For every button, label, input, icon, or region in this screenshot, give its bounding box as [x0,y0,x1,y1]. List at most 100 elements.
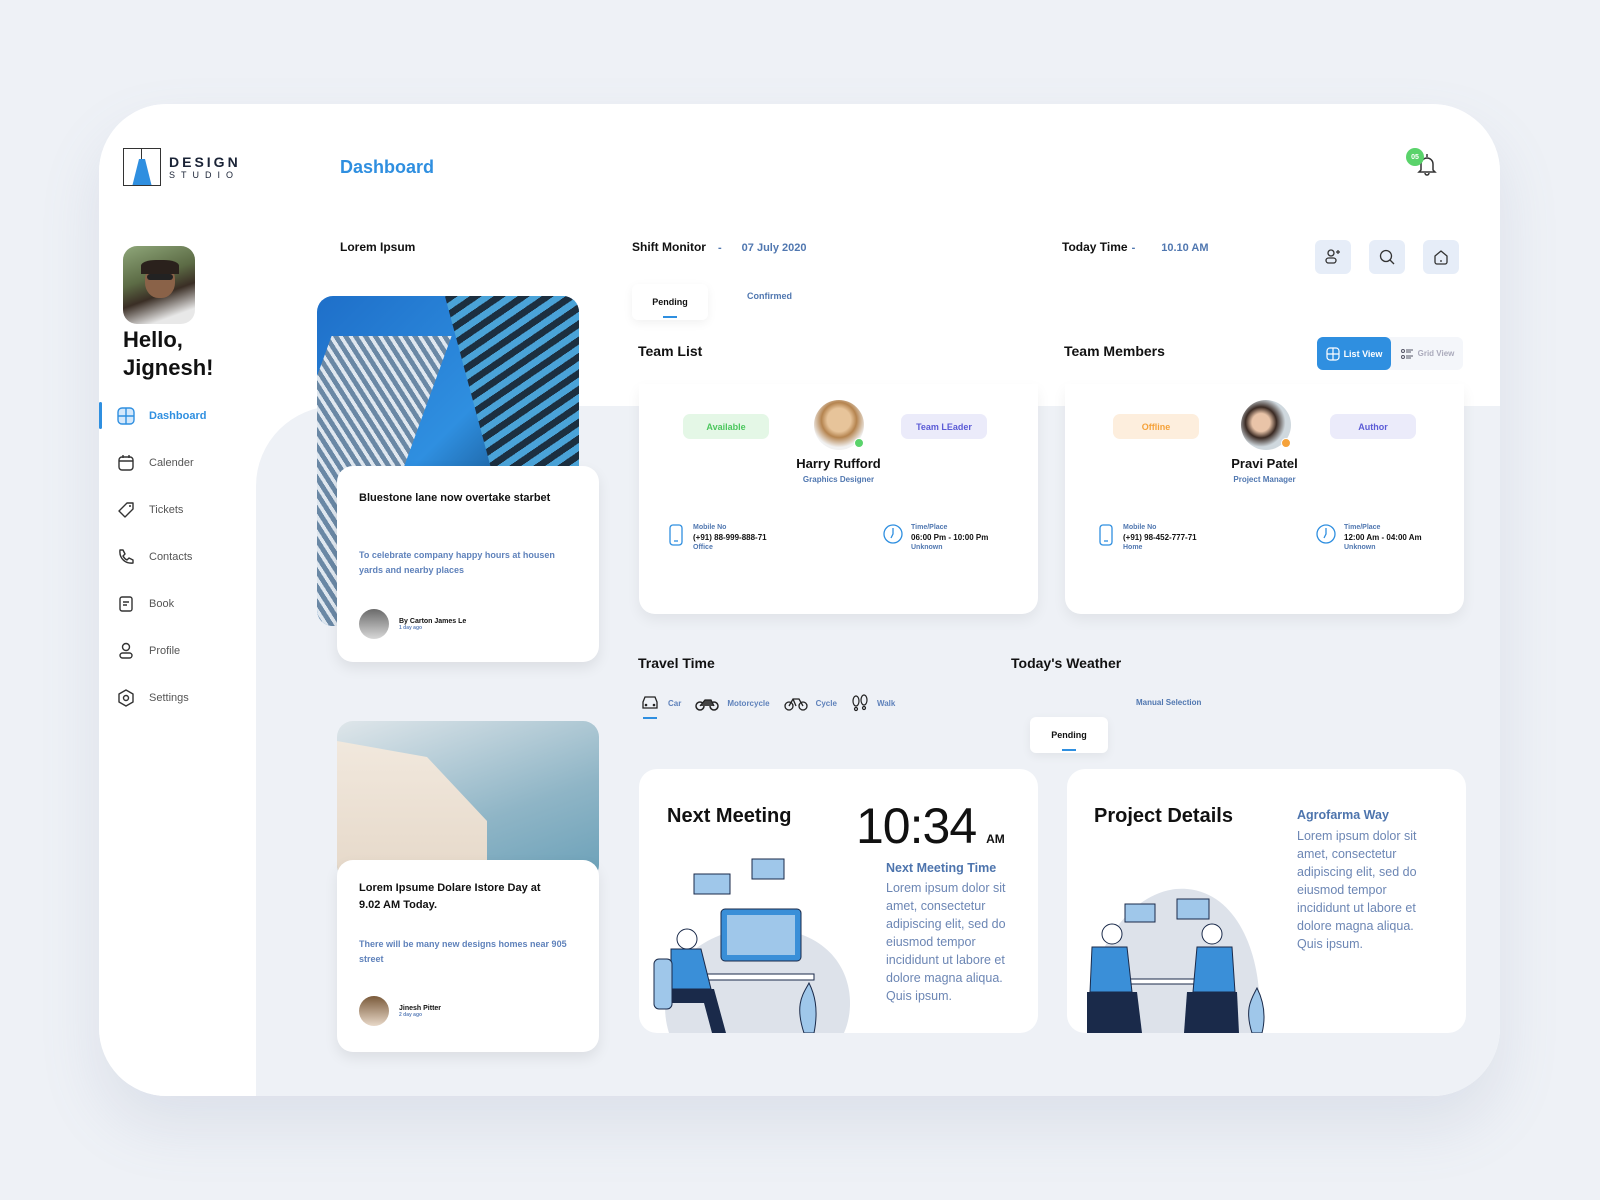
notification-button[interactable]: 05 [1406,148,1442,180]
add-user-icon [1325,249,1340,264]
time-info: Time/Place 06:00 Pm - 10:00 Pm Unknown [883,524,988,551]
time-label: Time/Place [911,524,948,531]
sidebar-nav: Dashboard Calender Tickets Contacts Book… [99,392,256,721]
sidebar-item-label: Profile [149,644,181,657]
video-meeting-illustration [653,858,851,1033]
travel-mode-car[interactable]: Car [640,695,681,719]
home-button[interactable] [1423,240,1459,274]
meeting-subtitle: Next Meeting Time [886,861,997,875]
sidebar-item-book[interactable]: Book [99,580,256,627]
author-name: By Carton James Le [399,617,467,625]
sidebar-item-dashboard[interactable]: Dashboard [99,392,256,439]
next-meeting-title: Next Meeting [667,805,792,827]
car-icon [642,696,658,709]
logo-text: DESIGN [169,154,241,170]
sidebar-item-calender[interactable]: Calender [99,439,256,486]
travel-mode-label: Motorcycle [727,698,770,708]
place-value: Unknown [911,544,943,551]
dashboard-icon [117,406,135,425]
list-view-button[interactable]: List View [1317,337,1391,370]
sidebar-item-label: Calender [149,456,194,469]
member-name: Pravi Patel [1231,456,1298,471]
weather-title: Today's Weather [1011,655,1122,671]
member-avatar[interactable] [1241,400,1291,450]
header-actions [1315,240,1459,274]
logo[interactable]: DESIGN STUDIO [123,148,241,186]
weather-tab-pending[interactable]: Pending [1030,717,1108,753]
offline-status-dot [1281,438,1291,448]
travel-mode-motorcycle[interactable]: Motorcycle [695,695,770,711]
today-time-value: 10.10 AM [1161,242,1209,254]
mobile-icon [1099,524,1113,546]
clock-icon [1316,524,1336,544]
mobile-number: (+91) 88-999-888-71 [693,533,767,542]
member-title: Project Manager [1233,475,1296,484]
search-button[interactable] [1369,240,1405,274]
travel-mode-cycle[interactable]: Cycle [783,695,837,711]
place-value: Unknown [1344,544,1376,551]
shift-monitor-label: Shift Monitor [632,240,706,254]
travel-mode-walk[interactable]: Walk [851,694,895,712]
project-details-card[interactable]: Project Details Agrofarma Way Lorem ipsu… [1067,769,1466,1033]
mobile-icon [669,524,683,546]
sidebar-item-tickets[interactable]: Tickets [99,486,256,533]
travel-mode-label: Cycle [815,698,837,708]
member-card[interactable]: Available Team LEader Harry Rufford Grap… [639,384,1038,614]
tab-confirmed[interactable]: Confirmed [747,291,792,301]
user-avatar[interactable] [123,246,195,324]
home-icon [1434,250,1448,265]
news-author: By Carton James Le 1 day ago [359,609,466,639]
add-user-button[interactable] [1315,240,1351,274]
role-badge: Team LEader [901,414,987,439]
sidebar-item-contacts[interactable]: Contacts [99,533,256,580]
logo-icon [123,148,161,186]
grid-view-button[interactable]: Grid View [1391,337,1463,370]
tag-icon [117,501,135,519]
phone-icon [117,548,135,566]
notification-badge: 05 [1406,148,1424,166]
meeting-time-value: 10:34 [856,798,977,854]
list-icon [1400,348,1413,359]
member-title: Graphics Designer [802,475,875,484]
time-value: 12:00 Am - 04:00 Am [1344,533,1422,542]
sidebar-item-label: Dashboard [149,409,207,422]
post-time: 2 day ago [399,1011,423,1018]
team-members-title: Team Members [1064,343,1165,359]
status-badge: Available [683,414,769,439]
next-meeting-card[interactable]: Next Meeting 10:34 AM Next Meeting Time … [639,769,1038,1033]
separator: - [717,242,722,254]
today-time-label: Today Time [1062,240,1128,254]
news-subtitle: To celebrate company happy hours at hous… [359,550,555,575]
tab-label: Pending [1051,730,1087,740]
online-status-dot [854,438,864,448]
tab-pending[interactable]: Pending [632,284,708,320]
clock-icon [883,524,903,544]
motorcycle-icon [695,699,720,711]
separator: - [1131,242,1136,254]
weather-tab-manual-selection[interactable]: Manual Selection [1136,698,1201,707]
time-value: 06:00 Pm - 10:00 Pm [911,533,989,542]
sidebar-item-settings[interactable]: Settings [99,674,256,721]
sidebar-item-label: Contacts [149,550,193,563]
news-card[interactable]: Lorem Ipsume Dolare Istore Day at 9.02 A… [337,860,599,1052]
meeting-ampm: AM [986,832,1005,846]
project-details-title: Project Details [1094,805,1233,827]
sidebar-item-label: Tickets [149,503,184,516]
calendar-icon [117,454,135,472]
shift-date: 07 July 2020 [741,242,807,254]
bicycle-icon [783,698,808,711]
sidebar-item-label: Book [149,597,175,610]
tab-label: Pending [652,297,688,307]
user-icon [117,642,135,660]
greeting: Hello, Jignesh! [123,326,213,382]
meeting-body: Lorem ipsum dolor sit amet, consectetur … [886,881,1006,1003]
mobile-type: Office [693,544,713,551]
sidebar-item-profile[interactable]: Profile [99,627,256,674]
news-card[interactable]: Bluestone lane now overtake starbet To c… [337,466,599,662]
member-card[interactable]: Offline Author Pravi Patel Project Manag… [1065,384,1464,614]
project-body: Lorem ipsum dolor sit amet, consectetur … [1297,829,1417,951]
status-badge: Offline [1113,414,1199,439]
member-avatar[interactable] [814,400,864,450]
greeting-line-2: Jignesh! [123,355,214,380]
travel-mode-label: Walk [876,698,896,708]
